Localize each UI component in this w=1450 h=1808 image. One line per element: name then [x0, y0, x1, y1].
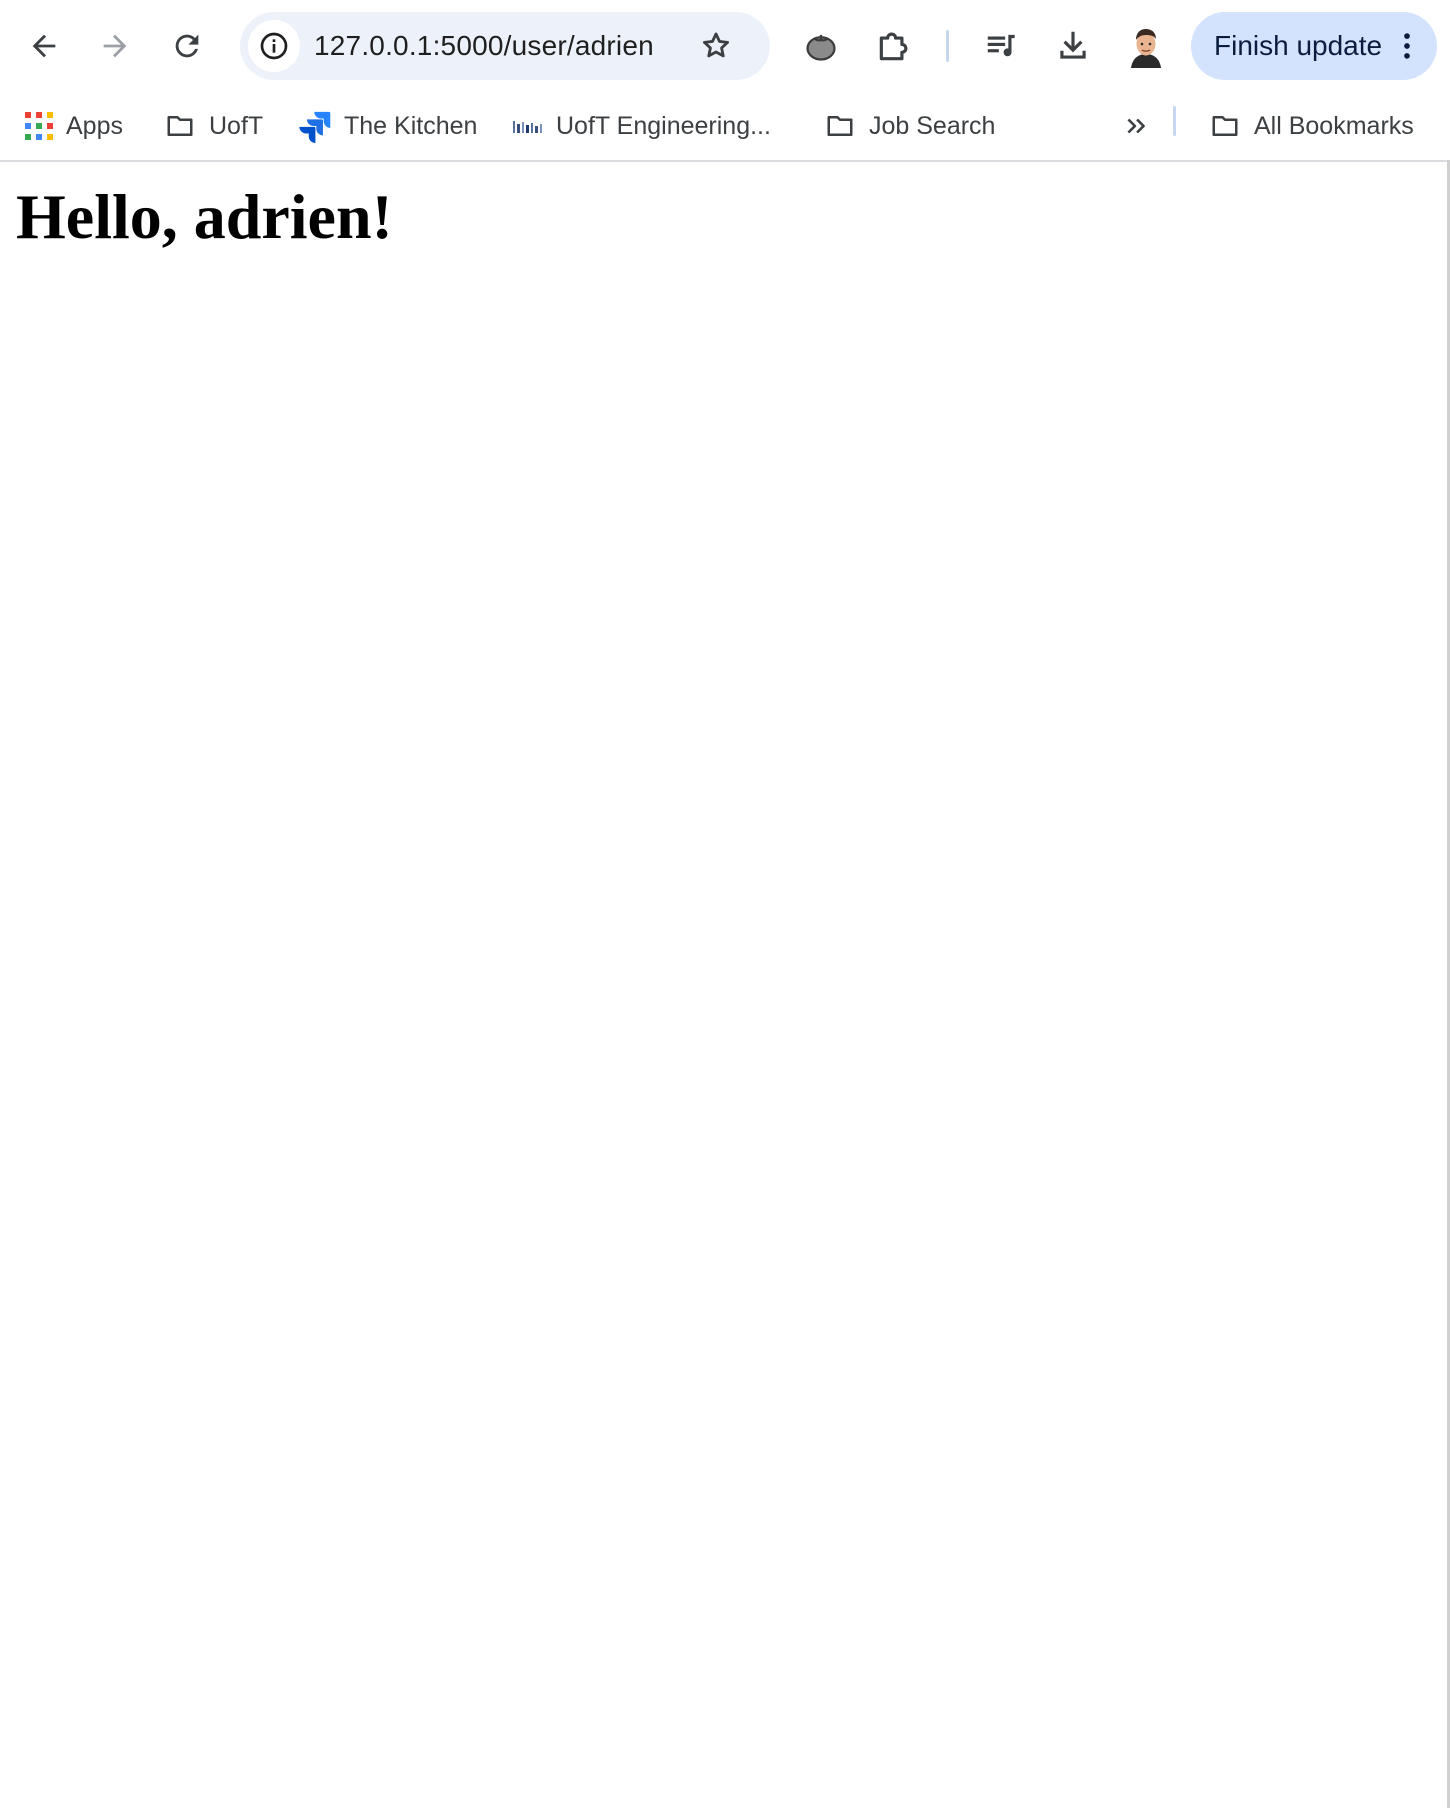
- more-vertical-icon: [1404, 33, 1410, 59]
- bookmark-label: The Kitchen: [344, 111, 478, 140]
- page-content: Hello, adrien!: [0, 162, 1446, 254]
- puzzle-extension-icon: [879, 32, 908, 61]
- profile-avatar-button[interactable]: [1124, 24, 1168, 68]
- folder-icon: [167, 116, 193, 136]
- bookmark-uoft-engineering[interactable]: UofT Engineering...: [512, 100, 771, 152]
- media-queue-button[interactable]: [970, 14, 1034, 78]
- folder-icon: [827, 116, 853, 136]
- extensions-button[interactable]: [862, 14, 926, 78]
- bookmark-the-kitchen[interactable]: The Kitchen: [298, 100, 477, 152]
- reload-icon: [175, 34, 199, 58]
- bookmark-label: UofT Engineering...: [556, 111, 771, 140]
- info-icon: [260, 32, 288, 60]
- media-queue-icon: [987, 34, 1015, 57]
- tomato-extension-icon: [806, 34, 836, 61]
- jira-logo-icon: [299, 111, 331, 143]
- site-favicon-icon: [513, 121, 542, 133]
- finish-update-button[interactable]: Finish update: [1191, 12, 1437, 80]
- bookmark-label: UofT: [209, 111, 264, 140]
- download-icon: [1060, 31, 1086, 59]
- bookmark-label: Apps: [66, 111, 123, 140]
- url-text[interactable]: 127.0.0.1:5000/user/adrien: [314, 12, 654, 80]
- folder-icon: [1212, 116, 1238, 136]
- forward-button[interactable]: [83, 14, 147, 78]
- finish-update-label: Finish update: [1214, 30, 1383, 61]
- more-bookmarks-button[interactable]: [1112, 102, 1160, 150]
- downloads-button[interactable]: [1041, 14, 1105, 78]
- bookmark-label: Job Search: [869, 111, 996, 140]
- bookmark-star-button[interactable]: [692, 22, 740, 70]
- reload-button[interactable]: [155, 14, 219, 78]
- toolbar-divider: [946, 30, 949, 62]
- address-bar[interactable]: 127.0.0.1:5000/user/adrien: [240, 12, 770, 80]
- back-arrow-icon: [32, 34, 56, 58]
- tomato-extension-button[interactable]: [789, 14, 853, 78]
- apps-grid-icon: [25, 112, 53, 140]
- all-bookmarks-label: All Bookmarks: [1254, 111, 1414, 140]
- avatar-icon: [1124, 24, 1168, 68]
- site-info-button[interactable]: [248, 20, 300, 72]
- bookmarks-divider: [1173, 106, 1176, 136]
- browser-menu-button[interactable]: [1387, 26, 1427, 66]
- back-button[interactable]: [12, 14, 76, 78]
- browser-toolbar: 127.0.0.1:5000/user/adrien Finish update: [0, 0, 1450, 92]
- bookmark-apps[interactable]: Apps: [24, 100, 123, 152]
- bookmark-job-search-folder[interactable]: Job Search: [823, 100, 995, 152]
- forward-arrow-icon: [103, 34, 127, 58]
- double-chevron-right-icon: [1127, 118, 1145, 134]
- all-bookmarks-button[interactable]: All Bookmarks: [1208, 100, 1414, 152]
- star-icon: [702, 32, 730, 58]
- bookmarks-bar: Apps UofT The Kitchen UofT Engineering..…: [0, 92, 1450, 162]
- bookmark-uoft-folder[interactable]: UofT: [163, 100, 263, 152]
- page-heading: Hello, adrien!: [16, 181, 393, 252]
